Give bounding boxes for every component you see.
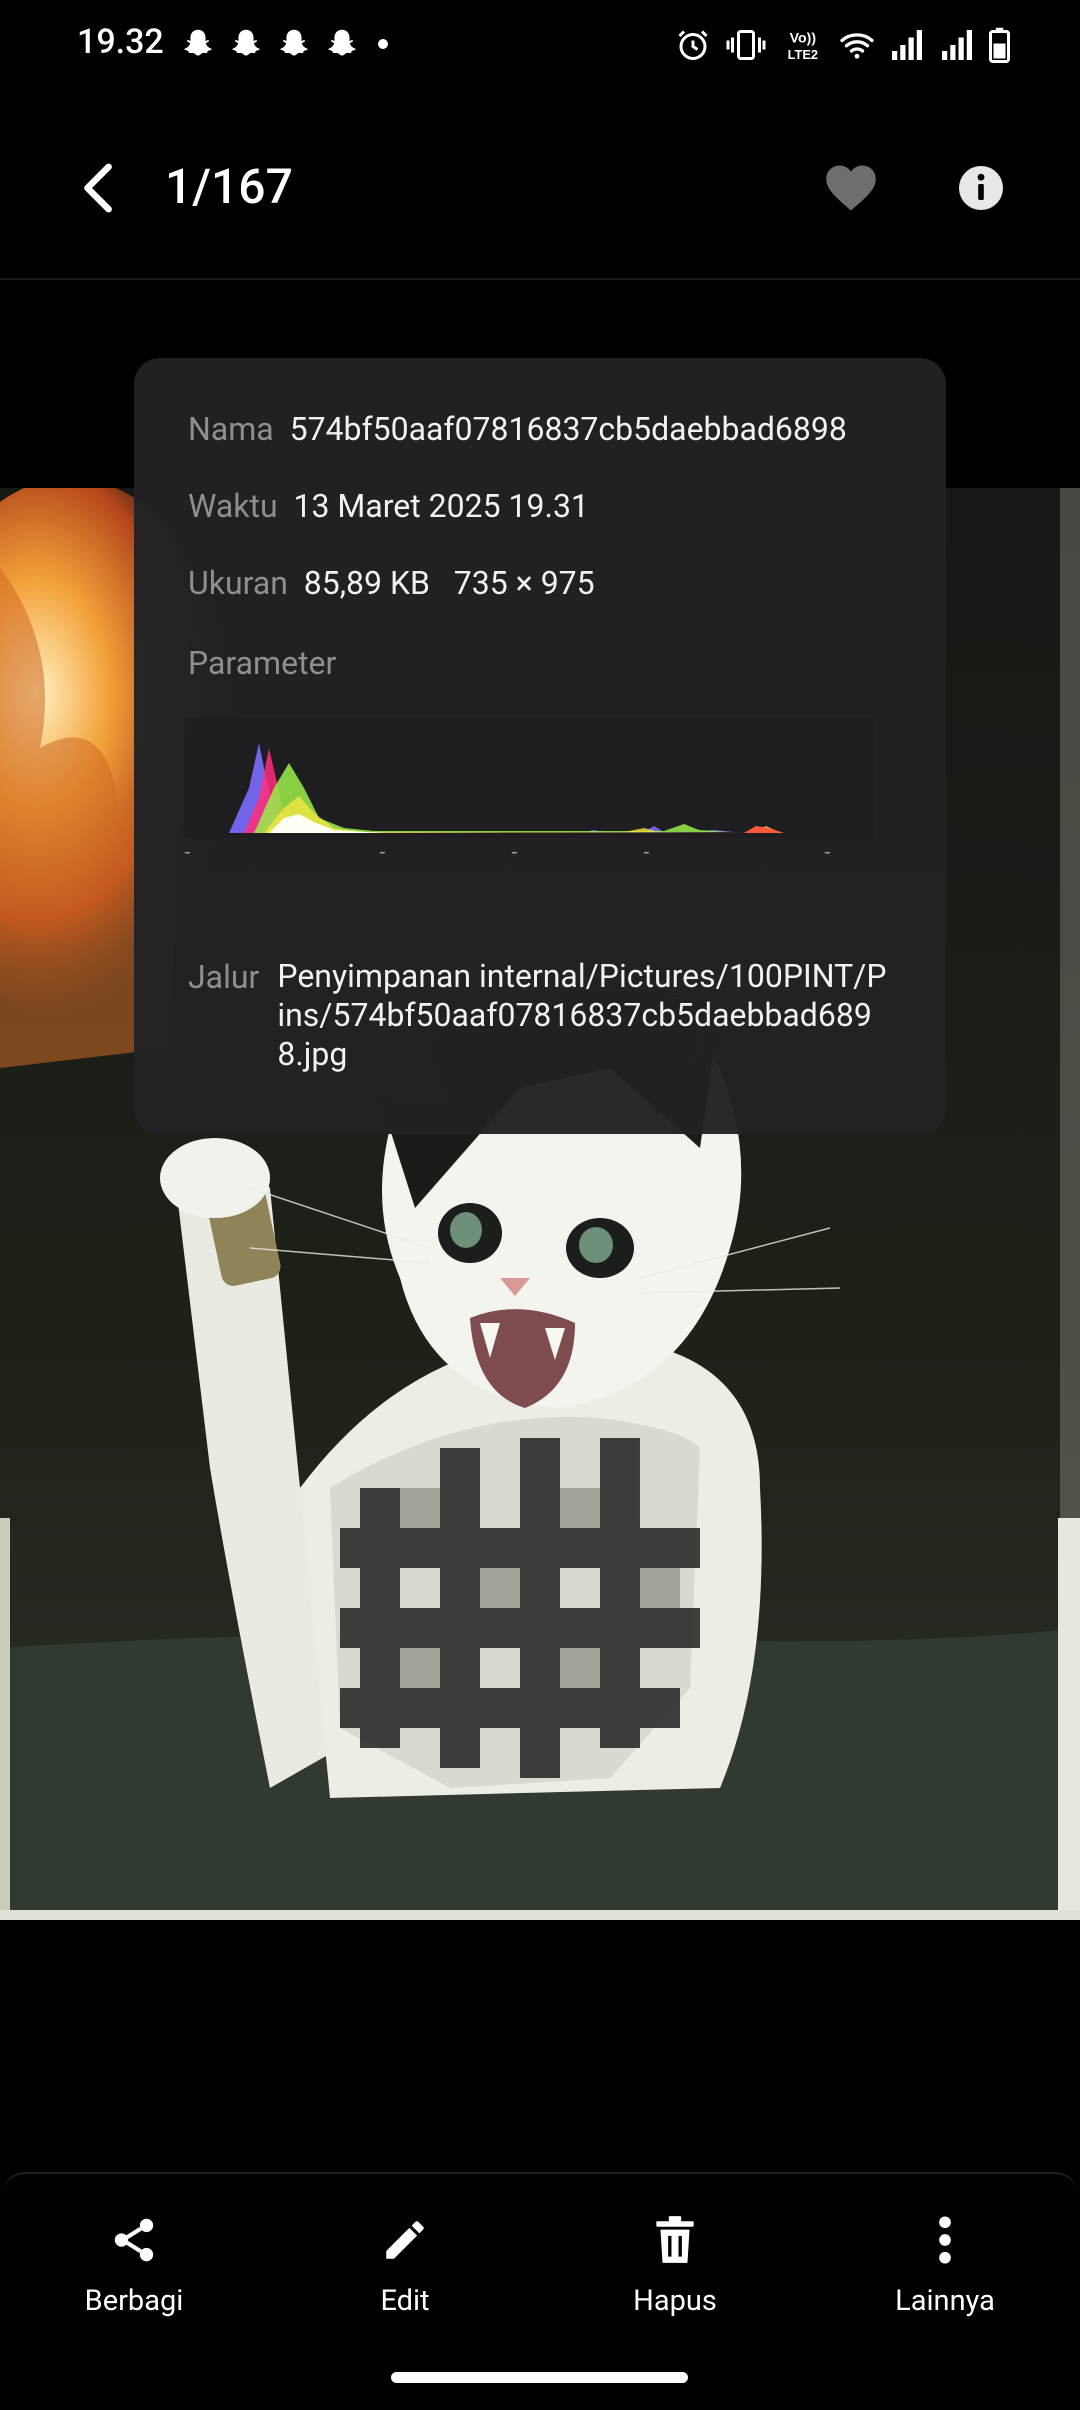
delete-button[interactable]: Hapus (575, 2210, 775, 2318)
size-label: Ukuran (188, 564, 288, 602)
path-row: Jalur Penyimpanan internal/Pictures/100P… (188, 957, 893, 1074)
file-size-value: 85,89 KB (303, 564, 430, 602)
svg-text:-: - (511, 841, 518, 858)
svg-text:LTE2: LTE2 (788, 47, 818, 62)
image-counter: 1/167 (165, 158, 293, 215)
edit-button[interactable]: Edit (305, 2210, 505, 2318)
snapchat-icon (184, 29, 212, 56)
volte-icon: Vo)) LTE2 (788, 29, 818, 62)
battery-icon (989, 27, 1010, 63)
more-label: Lainnya (895, 2284, 995, 2318)
name-row: Nama 574bf50aaf07816837cb5daebbad6898 (188, 410, 847, 448)
more-notifications-dot (378, 39, 388, 49)
info-icon (959, 166, 1003, 210)
signal-icon (942, 30, 972, 60)
svg-text:-: - (379, 841, 386, 858)
svg-text:-: - (643, 841, 650, 858)
snapchat-icon (328, 29, 356, 56)
share-label: Berbagi (84, 2284, 184, 2318)
snapchat-icon (280, 29, 308, 56)
details-panel: Nama 574bf50aaf07816837cb5daebbad6898 Wa… (134, 358, 946, 1134)
time-value: 13 Maret 2025 19.31 (293, 487, 589, 525)
info-button[interactable] (948, 155, 1014, 221)
dimensions-value: 735 × 975 (453, 564, 595, 602)
more-button[interactable]: Lainnya (845, 2210, 1045, 2318)
system-icons: Vo)) LTE2 (675, 22, 1010, 68)
share-icon (114, 2218, 154, 2262)
chevron-left-icon (84, 163, 112, 213)
back-button[interactable] (66, 155, 132, 221)
path-label: Jalur (188, 958, 260, 996)
pencil-icon (386, 2221, 424, 2259)
color-histogram: - - - - - (184, 718, 874, 858)
home-indicator[interactable] (391, 2372, 688, 2383)
svg-text:-: - (824, 841, 831, 858)
top-divider (0, 278, 1080, 280)
heart-icon (826, 165, 876, 211)
time-row: Waktu 13 Maret 2025 19.31 (188, 487, 589, 525)
share-button[interactable]: Berbagi (34, 2210, 234, 2318)
status-bar: 19.32 Vo)) LTE2 (0, 0, 1080, 90)
size-row: Ukuran 85,89 KB 735 × 975 (188, 564, 595, 602)
path-value[interactable]: Penyimpanan internal/Pictures/100PINT/Pi… (277, 957, 893, 1074)
snapchat-icon (232, 29, 260, 56)
wifi-icon (840, 33, 874, 59)
trash-icon (656, 2216, 694, 2263)
svg-text:Vo)): Vo)) (790, 29, 816, 45)
alarm-icon (678, 30, 708, 60)
name-value: 574bf50aaf07816837cb5daebbad6898 (289, 410, 847, 448)
parameter-label: Parameter (188, 644, 337, 682)
parameter-row: Parameter (188, 644, 336, 682)
name-label: Nama (188, 410, 274, 448)
svg-text:-: - (184, 841, 191, 858)
delete-label: Hapus (633, 2284, 717, 2318)
signal-icon (892, 30, 922, 60)
time-label: Waktu (188, 487, 278, 525)
edit-label: Edit (380, 2284, 430, 2318)
more-vert-icon (939, 2216, 951, 2264)
vibrate-icon (726, 30, 766, 60)
notification-icons (180, 22, 388, 66)
status-time: 19.32 (77, 22, 164, 62)
favorite-button[interactable] (818, 155, 884, 221)
top-bar: 1/167 (0, 120, 1080, 240)
